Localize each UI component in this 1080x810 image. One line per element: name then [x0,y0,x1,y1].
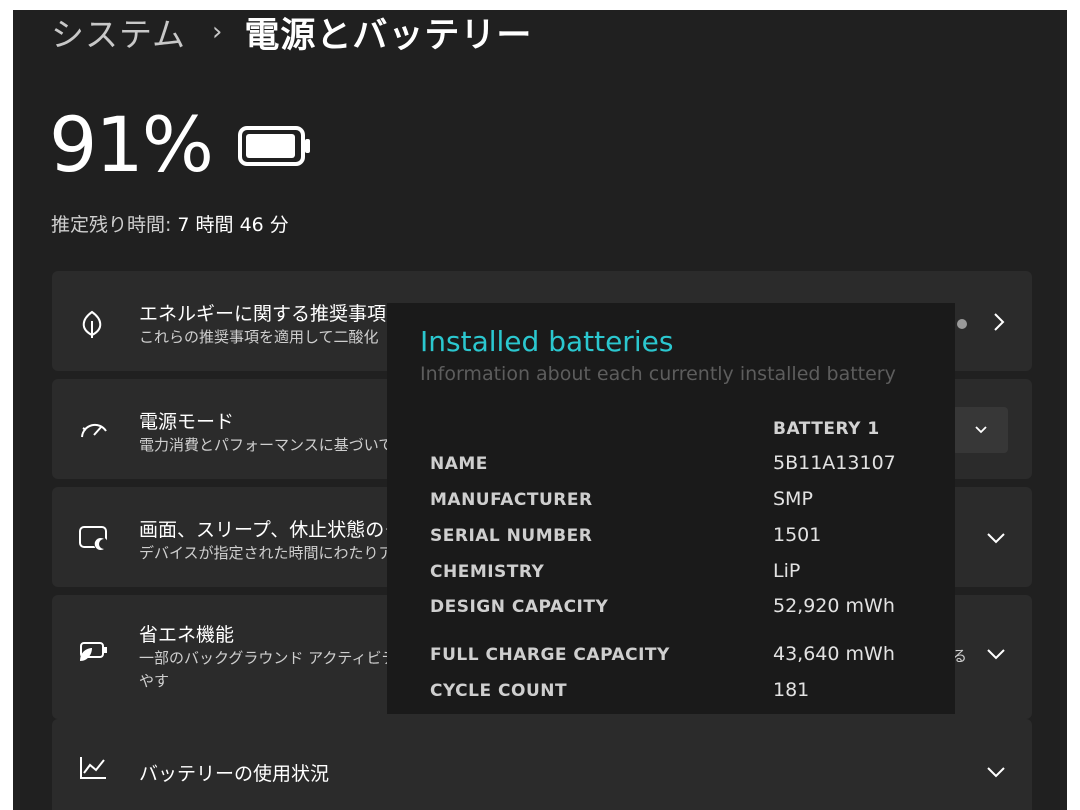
prop-value: 181 [773,679,810,701]
chevron-down-icon[interactable] [986,765,1006,779]
battery-saver-icon [80,642,107,661]
prop-label: DESIGN CAPACITY [430,597,609,617]
battery-icon [238,126,310,166]
chevron-down-icon [975,426,987,434]
prop-value: SMP [773,488,813,510]
chart-line-icon [80,757,106,779]
battery-saver-desc-2: やす [139,672,170,690]
prop-value: 1501 [773,524,822,546]
battery-saver-title: 省エネ機能 [139,624,235,646]
battery-percentage: 91% [49,100,214,189]
power-mode-dropdown[interactable] [952,407,1008,453]
chevron-right-icon[interactable] [992,312,1006,332]
screen-sleep-title: 画面、スリープ、休止状態のタイ [139,519,423,541]
prop-value: LiP [773,560,801,582]
breadcrumb-separator: › [212,17,223,47]
popup-title: Installed batteries [420,325,674,358]
prop-label: FULL CHARGE CAPACITY [430,645,670,665]
prop-label: MANUFACTURER [430,490,593,510]
screen-sleep-icon [79,526,108,551]
breadcrumb-parent[interactable]: システム [51,10,186,56]
remaining-time: 推定残り時間: 7 時間 46 分 [51,210,289,237]
prop-value: 52,920 mWh [773,595,895,617]
battery-usage-card[interactable]: バッテリーの使用状況 [52,719,1032,810]
installed-batteries-popup: Installed batteries Information about ea… [387,303,955,714]
speedometer-icon [81,423,107,438]
battery-usage-title: バッテリーの使用状況 [139,763,330,785]
breadcrumb: システム › 電源とバッテリー [51,10,532,56]
prop-label: NAME [430,454,488,474]
leaf-icon [82,310,102,338]
battery-fill [246,134,295,158]
prop-value: 5B11A13107 [773,452,896,474]
battery-column-header: BATTERY 1 [773,419,880,439]
remaining-time-value: 7 時間 46 分 [177,214,289,236]
energy-desc: これらの推奨事項を適用して二酸化 [139,328,379,346]
prop-value: 43,640 mWh [773,643,895,665]
energy-title: エネルギーに関する推奨事項 [139,303,387,325]
battery-saver-desc: 一部のバックグラウンド アクティビティ [139,649,411,667]
chevron-down-icon[interactable] [986,531,1006,545]
chevron-down-icon[interactable] [986,647,1006,661]
power-mode-desc: 電力消費とパフォーマンスに基づいて [139,436,394,454]
status-dot-icon [957,319,967,329]
remaining-time-label: 推定残り時間: [51,214,172,236]
screen-sleep-desc: デバイスが指定された時間にわたりア [139,544,394,562]
prop-label: SERIAL NUMBER [430,526,593,546]
popup-subtitle: Information about each currently install… [420,363,896,385]
page-title: 電源とバッテリー [244,15,533,56]
power-mode-title: 電源モード [139,411,235,433]
prop-label: CHEMISTRY [430,562,545,582]
prop-label: CYCLE COUNT [430,681,568,701]
